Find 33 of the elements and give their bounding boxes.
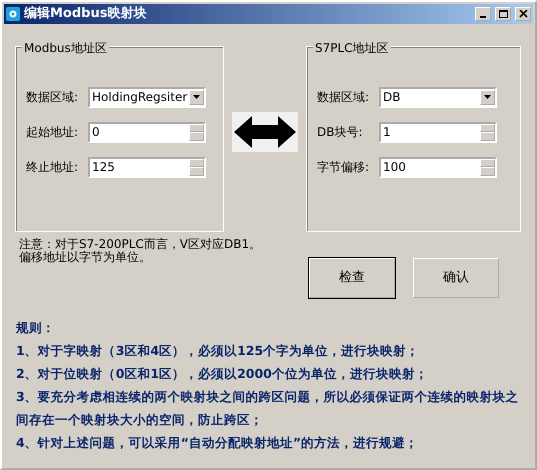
field-label: 数据区域: — [26, 89, 80, 106]
spin-field[interactable]: 0 — [88, 122, 206, 142]
field-label: DB块号: — [317, 124, 364, 141]
spinner-icon[interactable] — [480, 124, 495, 140]
note-text: 偏移地址以字节为单位。 — [19, 251, 152, 264]
field-label: 字节偏移: — [317, 159, 370, 176]
dialog-button[interactable]: 确认 — [413, 258, 499, 298]
minimize-button[interactable] — [475, 7, 491, 21]
spin-field[interactable]: 100 — [379, 156, 497, 178]
close-icon — [518, 10, 528, 18]
field-label: 终止地址: — [26, 159, 80, 176]
minimize-icon — [480, 16, 486, 18]
maximize-icon — [498, 10, 508, 18]
spin-field[interactable]: 125 — [88, 156, 206, 178]
dialog-button[interactable]: 检查 — [309, 258, 395, 298]
rule-text: 1、对于字映射（3区和4区），必须以125个字为单位，进行块映射； — [16, 342, 420, 360]
spinner-icon[interactable] — [189, 158, 204, 176]
dropdown-field[interactable]: DB — [379, 86, 497, 108]
rules-title: 规则： — [16, 319, 56, 337]
window-title: 编辑Modbus映射块 — [24, 4, 148, 24]
field-label: 起始地址: — [26, 124, 80, 141]
rule-text: 3、要充分考虑相连续的两个映射块之间的跨区问题，所以必须保证两个连续的映射块之间存在一个映射块大小的空间，防止跨区； — [16, 388, 520, 429]
app-icon — [6, 7, 20, 21]
note-text: 注意：对于S7-200PLC而言，V区对应DB1。 — [19, 238, 262, 251]
rule-text: 2、对于位映射（0区和1区），必须以2000个位为单位，进行块映射； — [16, 365, 429, 383]
maximize-button[interactable] — [495, 7, 511, 21]
rule-text: 4、针对上述问题，可以采用“自动分配映射地址”的方法，进行规避； — [16, 434, 420, 452]
close-button[interactable] — [515, 7, 531, 21]
spinner-icon[interactable] — [480, 158, 495, 176]
spin-field[interactable]: 1 — [379, 122, 497, 142]
dropdown-field[interactable]: HoldingRegsiter — [88, 86, 206, 108]
spinner-icon[interactable] — [189, 124, 204, 140]
field-label: 数据区域: — [317, 89, 370, 106]
